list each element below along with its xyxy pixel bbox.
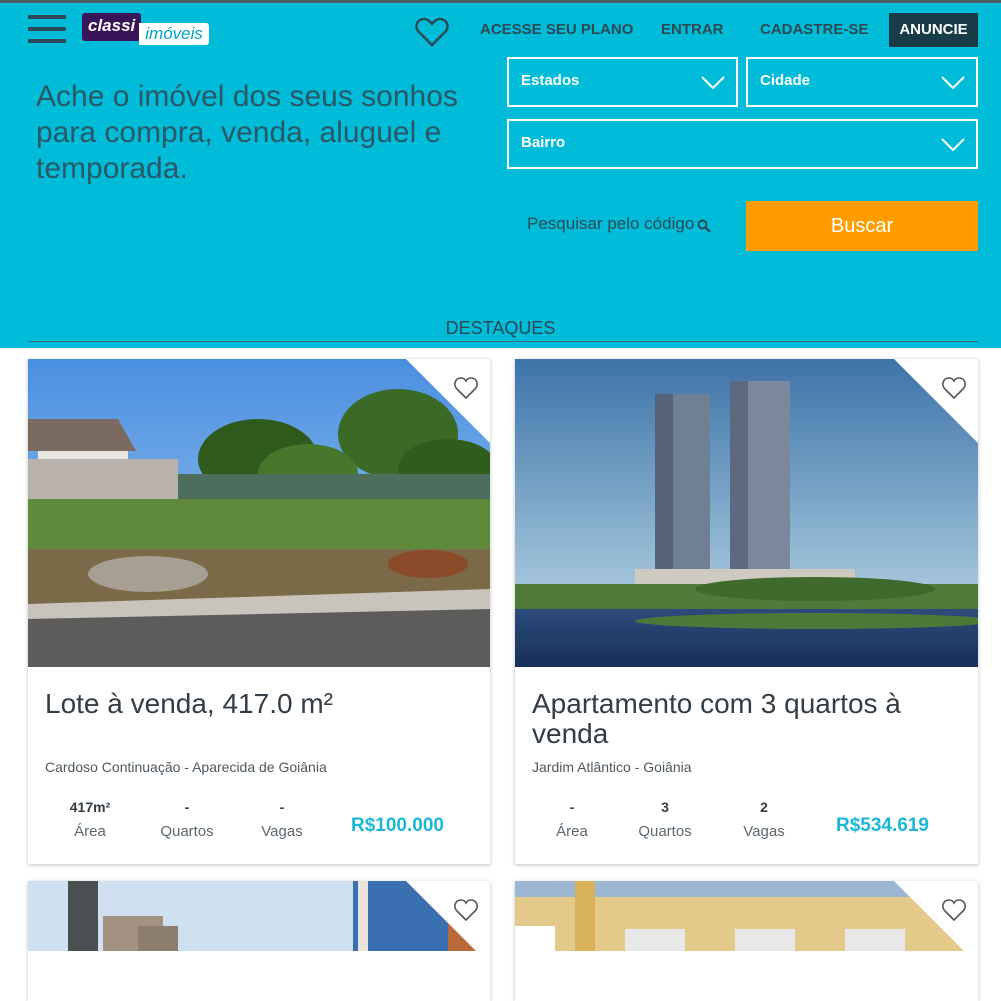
- nav-entrar[interactable]: ENTRAR: [661, 13, 724, 47]
- estados-label: Estados: [521, 72, 580, 89]
- favorites-heart-icon[interactable]: [415, 17, 451, 49]
- hero-headline: Ache o imóvel dos seus sonhos para compr…: [36, 80, 458, 185]
- listing-location: Jardim Atlântico - Goiânia: [532, 759, 692, 775]
- stat-value: -: [569, 799, 575, 815]
- anuncie-button[interactable]: ANUNCIE: [889, 13, 978, 47]
- logo-imoveis: imóveis: [139, 23, 209, 45]
- search-icon: [697, 219, 712, 233]
- stat-label: Quartos: [638, 823, 692, 840]
- stat-label: Área: [74, 823, 106, 840]
- section-divider: [28, 341, 978, 342]
- hamburger-menu-icon[interactable]: [28, 15, 66, 47]
- stat-value: 417m²: [69, 799, 111, 815]
- stat-label: Vagas: [743, 823, 785, 840]
- bairro-label: Bairro: [521, 134, 566, 151]
- cidade-label: Cidade: [760, 72, 811, 89]
- hero-section: classi imóveis ACESSE SEU PLANO ENTRAR C…: [0, 3, 1001, 348]
- logo-classi: classi: [82, 13, 142, 41]
- stat-value: 2: [760, 799, 768, 815]
- stat-quartos: - Quartos: [147, 799, 227, 840]
- cidade-select[interactable]: Cidade: [746, 57, 978, 107]
- listing-price: R$534.619: [836, 815, 929, 836]
- listing-title: Lote à venda, 417.0 m²: [45, 688, 333, 719]
- stat-value: -: [184, 799, 190, 815]
- chevron-down-icon: [701, 76, 725, 90]
- chevron-down-icon: [941, 76, 965, 90]
- listing-price: R$100.000: [351, 815, 444, 836]
- listing-title: Apartamento com 3 quartos à venda: [532, 688, 901, 749]
- stat-area: - Área: [532, 799, 612, 840]
- buscar-button[interactable]: Buscar: [746, 201, 978, 251]
- listing-card[interactable]: Lote à venda, 417.0 m² Cardoso Continuaç…: [28, 359, 490, 864]
- favorite-corner[interactable]: [894, 881, 978, 965]
- nav-acesse-seu-plano[interactable]: ACESSE SEU PLANO: [480, 13, 633, 47]
- stat-value: 3: [661, 799, 669, 815]
- stat-value: -: [279, 799, 285, 815]
- favorite-corner[interactable]: [406, 359, 490, 443]
- stat-area: 417m² Área: [50, 799, 130, 840]
- stat-label: Vagas: [261, 823, 303, 840]
- stat-quartos: 3 Quartos: [625, 799, 705, 840]
- bairro-select[interactable]: Bairro: [507, 119, 978, 169]
- listing-card[interactable]: [515, 881, 978, 1001]
- site-logo[interactable]: classi imóveis: [82, 13, 209, 47]
- estados-select[interactable]: Estados: [507, 57, 738, 107]
- listing-card[interactable]: Apartamento com 3 quartos à venda Jardim…: [515, 359, 978, 864]
- code-search-label: Pesquisar pelo código: [527, 214, 695, 233]
- stat-vagas: - Vagas: [242, 799, 322, 840]
- section-title-destaques: DESTAQUES: [445, 318, 556, 338]
- stat-label: Área: [556, 823, 588, 840]
- listing-location: Cardoso Continuação - Aparecida de Goiân…: [45, 759, 327, 775]
- chevron-down-icon: [941, 138, 965, 152]
- favorite-corner[interactable]: [894, 359, 978, 443]
- favorite-corner[interactable]: [406, 881, 490, 965]
- nav-cadastre-se[interactable]: CADASTRE-SE: [760, 13, 868, 47]
- code-search-link[interactable]: Pesquisar pelo código: [527, 214, 712, 234]
- stat-vagas: 2 Vagas: [724, 799, 804, 840]
- stat-label: Quartos: [160, 823, 214, 840]
- listing-card[interactable]: [28, 881, 490, 1001]
